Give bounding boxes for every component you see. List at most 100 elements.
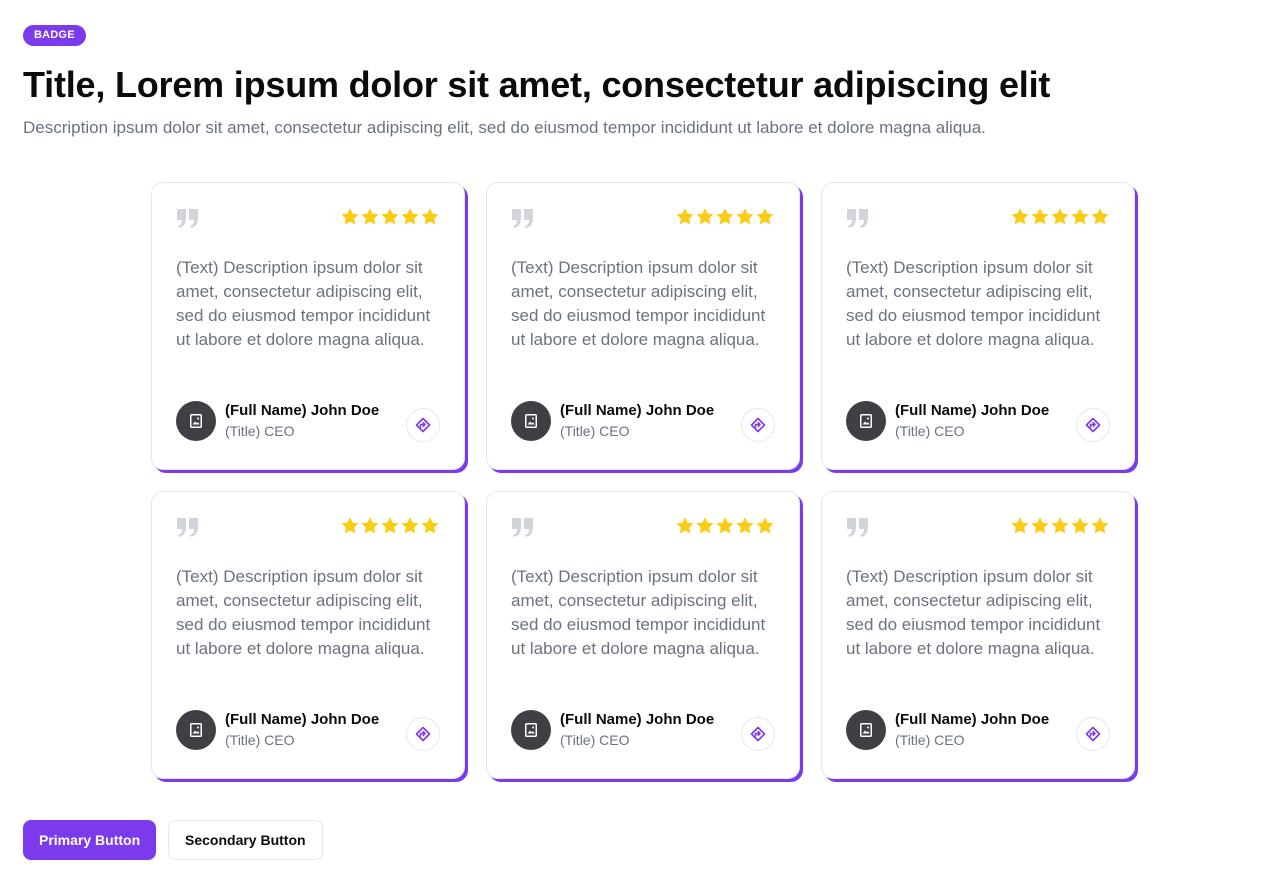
- author-title: (Title) CEO: [225, 730, 379, 750]
- image-placeholder-icon: [860, 723, 872, 737]
- avatar: [511, 710, 551, 750]
- star-icon: [1011, 208, 1029, 225]
- share-icon: [415, 417, 431, 433]
- star-icon: [1051, 517, 1069, 534]
- testimonial-grid: (Text) Description ipsum dolor sit amet,…: [151, 182, 1135, 779]
- star-icon: [1011, 517, 1029, 534]
- star-icon: [381, 208, 399, 225]
- testimonial-card: (Text) Description ipsum dolor sit amet,…: [151, 491, 465, 779]
- avatar: [846, 401, 886, 441]
- star-icon: [381, 517, 399, 534]
- star-icon: [1091, 208, 1109, 225]
- author-name: (Full Name) John Doe: [225, 402, 380, 419]
- author-title: (Title) CEO: [560, 730, 714, 750]
- testimonial-text: (Text) Description ipsum dolor sit amet,…: [511, 567, 766, 658]
- star-icon: [696, 208, 714, 225]
- author-title: (Title) CEO: [895, 730, 1049, 750]
- star-icon: [1031, 208, 1049, 225]
- author-title-prefix: (Title): [895, 423, 931, 439]
- page-title: Title, Lorem ipsum dolor sit amet, conse…: [23, 64, 1051, 105]
- author-role: CEO: [599, 732, 630, 748]
- share-button[interactable]: [1076, 408, 1110, 442]
- star-icon: [1051, 208, 1069, 225]
- testimonial-text: (Text) Description ipsum dolor sit amet,…: [511, 258, 766, 349]
- testimonial-card: (Text) Description ipsum dolor sit amet,…: [151, 182, 465, 470]
- quote-icon: [847, 209, 868, 228]
- quote-icon: [177, 518, 198, 537]
- star-rating: [340, 516, 440, 536]
- author-name: (Full Name) John Doe: [560, 402, 715, 419]
- testimonial-card: (Text) Description ipsum dolor sit amet,…: [821, 491, 1135, 779]
- star-rating: [675, 516, 775, 536]
- star-icon: [421, 517, 439, 534]
- star-icon: [361, 517, 379, 534]
- star-icon: [676, 208, 694, 225]
- quote-icon: [847, 518, 868, 537]
- author-role: CEO: [934, 732, 965, 748]
- testimonial-text: (Text) Description ipsum dolor sit amet,…: [846, 258, 1101, 349]
- image-placeholder-icon: [525, 723, 537, 737]
- author-role: CEO: [934, 423, 965, 439]
- share-button[interactable]: [741, 717, 775, 751]
- share-button[interactable]: [406, 717, 440, 751]
- testimonial-card: (Text) Description ipsum dolor sit amet,…: [486, 491, 800, 779]
- badge: BADGE: [23, 25, 86, 46]
- author: (Full Name) John Doe (Title) CEO: [176, 401, 379, 441]
- author-title: (Title) CEO: [560, 421, 714, 441]
- star-rating: [1010, 516, 1110, 536]
- quote-icon: [512, 209, 533, 228]
- author-title-prefix: (Title): [560, 423, 596, 439]
- avatar: [176, 401, 216, 441]
- primary-button[interactable]: Primary Button: [23, 820, 157, 860]
- share-icon: [750, 726, 766, 742]
- author-role: CEO: [599, 423, 630, 439]
- author: (Full Name) John Doe (Title) CEO: [176, 710, 379, 750]
- star-icon: [756, 208, 774, 225]
- star-icon: [421, 208, 439, 225]
- star-icon: [401, 208, 419, 225]
- star-icon: [736, 208, 754, 225]
- testimonial-text: (Text) Description ipsum dolor sit amet,…: [846, 567, 1101, 658]
- star-icon: [716, 517, 734, 534]
- star-icon: [696, 517, 714, 534]
- image-placeholder-icon: [525, 414, 537, 428]
- share-icon: [1085, 417, 1101, 433]
- avatar: [176, 710, 216, 750]
- author-name: (Full Name) John Doe: [560, 711, 715, 728]
- star-icon: [1071, 517, 1089, 534]
- star-rating: [675, 207, 775, 227]
- avatar: [511, 401, 551, 441]
- author: (Full Name) John Doe (Title) CEO: [511, 401, 714, 441]
- author-name: (Full Name) John Doe: [895, 402, 1050, 419]
- share-icon: [1085, 726, 1101, 742]
- image-placeholder-icon: [190, 414, 202, 428]
- image-placeholder-icon: [190, 723, 202, 737]
- quote-icon: [177, 209, 198, 228]
- star-icon: [756, 517, 774, 534]
- author-title-prefix: (Title): [560, 732, 596, 748]
- star-icon: [676, 517, 694, 534]
- share-button[interactable]: [741, 408, 775, 442]
- testimonials-section: BADGE Title, Lorem ipsum dolor sit amet,…: [0, 0, 1286, 884]
- testimonial-text: (Text) Description ipsum dolor sit amet,…: [176, 567, 431, 658]
- author-name: (Full Name) John Doe: [895, 711, 1050, 728]
- star-icon: [1071, 208, 1089, 225]
- author-role: CEO: [264, 732, 295, 748]
- share-button[interactable]: [1076, 717, 1110, 751]
- avatar: [846, 710, 886, 750]
- author-role: CEO: [264, 423, 295, 439]
- author-title-prefix: (Title): [225, 423, 261, 439]
- author: (Full Name) John Doe (Title) CEO: [846, 710, 1049, 750]
- star-icon: [401, 517, 419, 534]
- star-icon: [341, 208, 359, 225]
- star-icon: [716, 208, 734, 225]
- star-icon: [1031, 517, 1049, 534]
- star-icon: [361, 208, 379, 225]
- secondary-button[interactable]: Secondary Button: [168, 820, 323, 860]
- testimonial-card: (Text) Description ipsum dolor sit amet,…: [821, 182, 1135, 470]
- share-button[interactable]: [406, 408, 440, 442]
- author-name: (Full Name) John Doe: [225, 711, 380, 728]
- author-title: (Title) CEO: [225, 421, 379, 441]
- quote-icon: [512, 518, 533, 537]
- share-icon: [415, 726, 431, 742]
